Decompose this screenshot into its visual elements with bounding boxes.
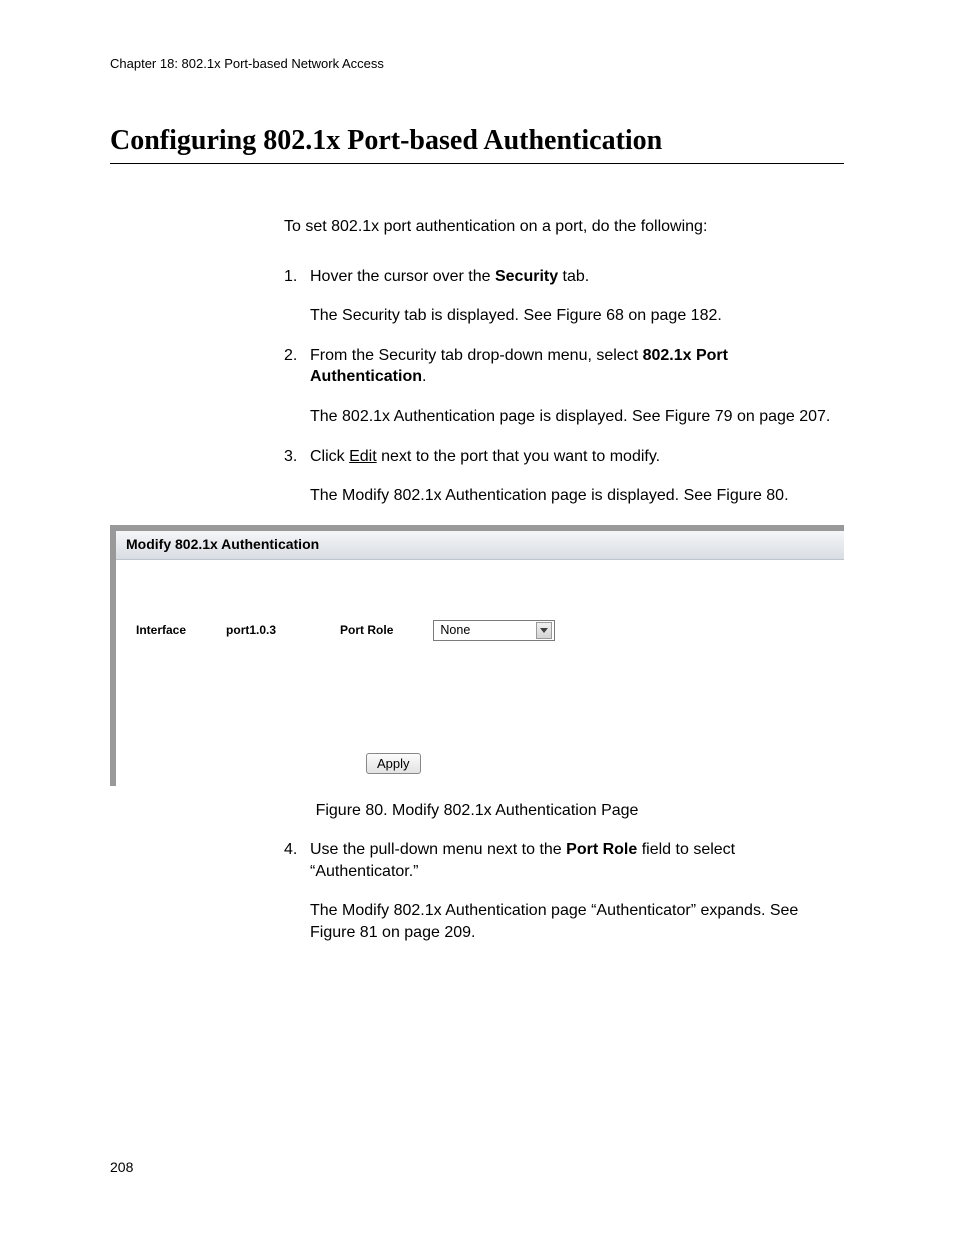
step-3: 3. Click Edit next to the port that you … [284,446,844,507]
intro-text: To set 802.1x port authentication on a p… [284,216,844,238]
step-number: 4. [284,839,310,943]
step-instruction: Hover the cursor over the Security tab. [310,266,844,288]
step-result: The Modify 802.1x Authentication page “A… [310,900,844,943]
interface-label: Interface [136,622,186,638]
step-number: 1. [284,266,310,327]
step-result: The Modify 802.1x Authentication page is… [310,485,844,507]
step-instruction: Use the pull-down menu next to the Port … [310,839,844,882]
step-result: The 802.1x Authentication page is displa… [310,406,844,428]
step-2: 2. From the Security tab drop-down menu,… [284,345,844,428]
step-instruction: From the Security tab drop-down menu, se… [310,345,844,388]
portrole-dropdown[interactable]: None [433,620,555,641]
portrole-label: Port Role [340,622,393,638]
step-number: 2. [284,345,310,428]
chevron-down-icon [536,622,552,639]
chapter-header: Chapter 18: 802.1x Port-based Network Ac… [110,56,844,71]
figure-80: Modify 802.1x Authentication Interface p… [110,525,844,821]
step-1: 1. Hover the cursor over the Security ta… [284,266,844,327]
figure-caption: Figure 80. Modify 802.1x Authentication … [110,800,844,822]
page-number: 208 [110,1159,133,1175]
interface-value: port1.0.3 [226,622,276,638]
figure-screenshot: Modify 802.1x Authentication Interface p… [110,525,844,786]
page-heading: Configuring 802.1x Port-based Authentica… [110,125,844,164]
step-number: 3. [284,446,310,507]
step-4: 4. Use the pull-down menu next to the Po… [284,839,844,943]
panel-title: Modify 802.1x Authentication [116,531,844,560]
portrole-dropdown-value: None [440,622,470,639]
step-instruction: Click Edit next to the port that you wan… [310,446,844,468]
apply-button[interactable]: Apply [366,753,421,774]
step-result: The Security tab is displayed. See Figur… [310,305,844,327]
